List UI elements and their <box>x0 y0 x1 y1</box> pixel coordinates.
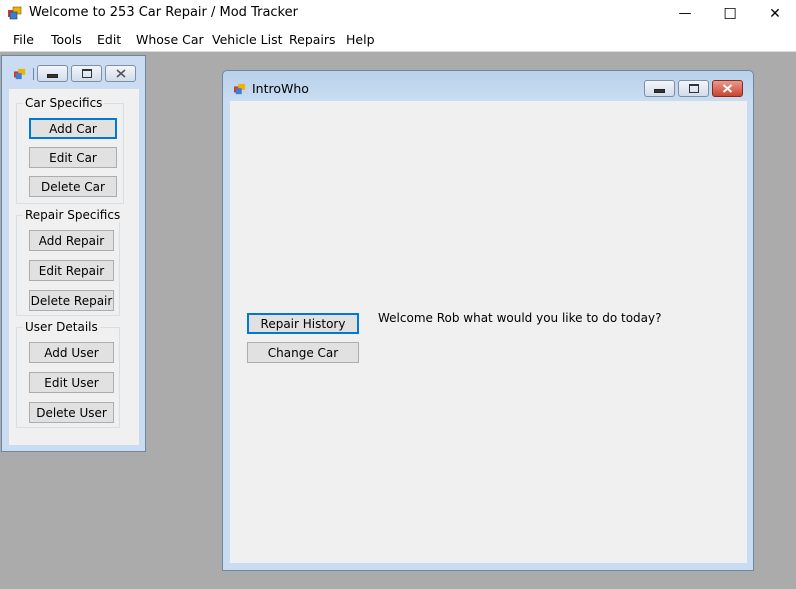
introwho-window: IntroWho Repair History Change Car Welco… <box>222 70 754 571</box>
introwho-window-icon <box>234 83 246 95</box>
maximize-icon <box>81 69 92 78</box>
menu-bar: File Tools Edit Whose Car Vehicle List R… <box>0 27 796 52</box>
app-icon <box>8 6 22 20</box>
toolbox-maximize-button[interactable] <box>71 65 102 82</box>
minimize-icon <box>47 74 58 78</box>
introwho-title: IntroWho <box>252 81 309 96</box>
close-icon <box>722 84 733 93</box>
minimize-icon: — <box>678 6 692 21</box>
maximize-icon <box>688 84 699 93</box>
toolbox-close-button[interactable] <box>105 65 136 82</box>
menu-file[interactable]: File <box>13 32 34 47</box>
minimize-button[interactable]: — <box>662 0 708 27</box>
maximize-button[interactable]: ☐ <box>707 0 753 27</box>
introwho-minimize-button[interactable] <box>644 80 675 97</box>
introwho-close-button[interactable] <box>712 80 743 97</box>
app-title: Welcome to 253 Car Repair / Mod Tracker <box>29 5 298 20</box>
group-user-details-label: User Details <box>23 320 100 334</box>
menu-edit[interactable]: Edit <box>97 32 121 47</box>
menu-help[interactable]: Help <box>346 32 375 47</box>
delete-car-button[interactable]: Delete Car <box>29 176 117 197</box>
edit-user-button[interactable]: Edit User <box>29 372 114 393</box>
close-icon <box>115 69 126 78</box>
toolbox-minimize-button[interactable] <box>37 65 68 82</box>
group-car-specifics-label: Car Specifics <box>23 96 105 110</box>
menu-repairs[interactable]: Repairs <box>289 32 336 47</box>
menu-tools[interactable]: Tools <box>51 32 82 47</box>
separator <box>33 68 34 80</box>
repair-history-button[interactable]: Repair History <box>247 313 359 334</box>
add-repair-button[interactable]: Add Repair <box>29 230 114 251</box>
close-button[interactable]: ✕ <box>752 0 796 27</box>
introwho-body: Repair History Change Car Welcome Rob wh… <box>230 101 747 563</box>
maximize-icon: ☐ <box>723 4 737 23</box>
toolbox-body: Car Specifics Add Car Edit Car Delete Ca… <box>9 89 139 445</box>
welcome-message: Welcome Rob what would you like to do to… <box>378 311 662 325</box>
change-car-button[interactable]: Change Car <box>247 342 359 363</box>
edit-repair-button[interactable]: Edit Repair <box>29 260 114 281</box>
edit-car-button[interactable]: Edit Car <box>29 147 117 168</box>
group-repair-specifics-label: Repair Specifics <box>23 208 123 222</box>
introwho-maximize-button[interactable] <box>678 80 709 97</box>
menu-whose-car[interactable]: Whose Car <box>136 32 204 47</box>
minimize-icon <box>654 89 665 93</box>
menu-vehicle-list[interactable]: Vehicle List <box>212 32 283 47</box>
close-icon: ✕ <box>769 5 781 22</box>
app-title-bar[interactable]: Welcome to 253 Car Repair / Mod Tracker … <box>0 0 796 27</box>
delete-user-button[interactable]: Delete User <box>29 402 114 423</box>
add-user-button[interactable]: Add User <box>29 342 114 363</box>
delete-repair-button[interactable]: Delete Repair <box>29 290 114 311</box>
toolbox-window: Car Specifics Add Car Edit Car Delete Ca… <box>1 55 146 452</box>
toolbox-window-icon <box>14 68 26 80</box>
add-car-button[interactable]: Add Car <box>29 118 117 139</box>
